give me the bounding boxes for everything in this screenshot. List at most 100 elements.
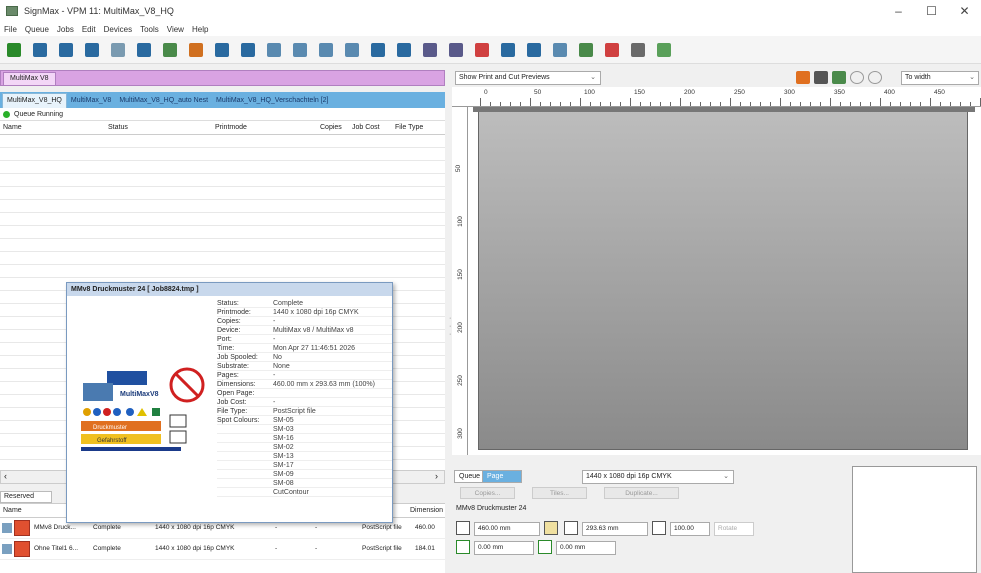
reserved-col-name[interactable]: Name [3, 507, 22, 514]
ruler-tick [800, 102, 801, 106]
preview-strip-1-text: Druckmuster [93, 425, 127, 431]
menu-view[interactable]: View [167, 25, 184, 34]
zoom-select[interactable]: To width ⌄ [901, 71, 979, 85]
info-row: SM-13 [217, 452, 392, 461]
info-key: Spot Colours: [217, 417, 260, 424]
scroll-right-icon[interactable]: › [435, 471, 438, 481]
print-icon[interactable] [342, 40, 362, 60]
add-job-2-icon[interactable] [30, 40, 50, 60]
col-name[interactable]: Name [3, 124, 22, 131]
nest-icon[interactable] [160, 40, 180, 60]
queue-tab-v8[interactable]: MultiMax_V8 [67, 94, 115, 108]
spot-color-icon[interactable] [602, 40, 622, 60]
page-thumbnail[interactable] [852, 466, 977, 573]
pause-icon[interactable] [368, 40, 388, 60]
spot-color-icon-glyph [605, 42, 619, 57]
row-col2: - [315, 524, 318, 531]
col-filetype[interactable]: File Type [395, 124, 423, 131]
add-job-icon[interactable] [4, 40, 24, 60]
menu-help[interactable]: Help [192, 25, 208, 34]
maximize-button[interactable]: ☐ [915, 0, 948, 22]
row-status: Complete [93, 545, 121, 552]
col-copies[interactable]: Copies [320, 124, 342, 131]
ruler-label: 200 [456, 322, 464, 333]
scale-field[interactable]: 100.00 [670, 522, 710, 536]
scroll-left-icon[interactable]: ‹ [4, 471, 7, 481]
reprint-icon[interactable] [108, 40, 128, 60]
tab-page[interactable]: Page [482, 470, 522, 483]
tiles-button[interactable]: Tiles... [532, 487, 587, 499]
device-tab[interactable]: MultiMax V8 [3, 72, 56, 86]
cut-2-icon-glyph [449, 42, 463, 57]
cut-icon[interactable] [420, 40, 440, 60]
copy-icon[interactable] [316, 40, 336, 60]
add-job-3-icon[interactable] [56, 40, 76, 60]
ink-icon[interactable] [628, 40, 648, 60]
table-row[interactable]: Ohne Titel1 6... Complete 1440 x 1080 dp… [0, 539, 445, 560]
queue-tab-hq[interactable]: MultiMax_V8_HQ [2, 93, 67, 108]
queue-tab-verschachteln[interactable]: MultiMax_V8_HQ_Verschachteln [2] [212, 94, 332, 108]
info-row: Device: MultiMax v8 / MultiMax v8 [217, 326, 392, 335]
tile-icon[interactable] [134, 40, 154, 60]
tab-queue[interactable]: Queue [454, 470, 486, 483]
col-printmode[interactable]: Printmode [215, 124, 247, 131]
delete-icon-glyph [397, 42, 411, 57]
info-row: Status: Complete [217, 299, 392, 308]
menu-queue[interactable]: Queue [25, 25, 49, 34]
preflight-icon[interactable] [550, 40, 570, 60]
close-button[interactable]: ✕ [948, 0, 981, 22]
info-key: Time: [217, 345, 235, 352]
ruler-tick [620, 102, 621, 106]
zoom-in-icon[interactable] [850, 71, 864, 84]
menu-devices[interactable]: Devices [104, 25, 132, 34]
row-dimension: 184.01 [415, 545, 435, 552]
menu-file[interactable]: File [4, 25, 17, 34]
width-field[interactable]: 460.00 mm [474, 522, 540, 536]
preview-mode-select[interactable]: Show Print and Cut Previews ⌄ [455, 71, 601, 85]
zoom-out-icon[interactable] [868, 71, 882, 84]
export-icon[interactable] [290, 40, 310, 60]
ruler-label: 250 [734, 89, 745, 96]
color-icon[interactable] [186, 40, 206, 60]
info-key: Dimensions: [217, 381, 256, 388]
col-jobcost[interactable]: Job Cost [352, 124, 380, 131]
select-tool-icon[interactable] [796, 71, 810, 84]
info-value: - [273, 372, 276, 379]
add-job-4-icon[interactable] [82, 40, 102, 60]
rotate-select[interactable]: Rotate [714, 522, 754, 536]
reserved-col-dimension[interactable]: Dimension [410, 507, 443, 514]
scissors-icon[interactable] [814, 71, 828, 84]
lock-icon[interactable] [544, 521, 558, 535]
info-value: Complete [273, 300, 303, 307]
preview-canvas[interactable] [468, 107, 981, 455]
height-field[interactable]: 293.63 mm [582, 522, 648, 536]
printmode-select[interactable]: 1440 x 1080 dpi 16p CMYK ⌄ [582, 470, 734, 484]
release-icon[interactable] [498, 40, 518, 60]
pan-tool-icon[interactable] [832, 71, 846, 84]
y-offset-field[interactable]: 0.00 mm [556, 541, 616, 555]
vertical-ruler: 50 100 150 200 250 300 [452, 107, 468, 455]
reserved-tab[interactable]: Reserved [0, 491, 52, 503]
import-icon[interactable] [264, 40, 284, 60]
menu-jobs[interactable]: Jobs [57, 25, 74, 34]
panel-splitter[interactable]: · · · [449, 315, 455, 345]
ruler-label: 50 [534, 89, 542, 96]
menu-tools[interactable]: Tools [140, 25, 159, 34]
nest-2-icon[interactable] [576, 40, 596, 60]
queue-tab-autonest[interactable]: MultiMax_V8_HQ_auto Nest [115, 94, 212, 108]
delete-icon[interactable] [394, 40, 414, 60]
duplicate-button[interactable]: Duplicate... [604, 487, 679, 499]
col-status[interactable]: Status [108, 124, 128, 131]
copies-button[interactable]: Copies... [460, 487, 515, 499]
menu-edit[interactable]: Edit [82, 25, 96, 34]
x-offset-field[interactable]: 0.00 mm [474, 541, 534, 555]
minimize-button[interactable]: – [882, 0, 915, 22]
send-icon[interactable] [524, 40, 544, 60]
edit-icon[interactable] [212, 40, 232, 60]
profile-icon[interactable] [654, 40, 674, 60]
cut-2-icon[interactable] [446, 40, 466, 60]
properties-icon[interactable] [238, 40, 258, 60]
zoom-value: To width [905, 74, 931, 81]
hold-icon[interactable] [472, 40, 492, 60]
info-value: SM-09 [273, 471, 294, 478]
